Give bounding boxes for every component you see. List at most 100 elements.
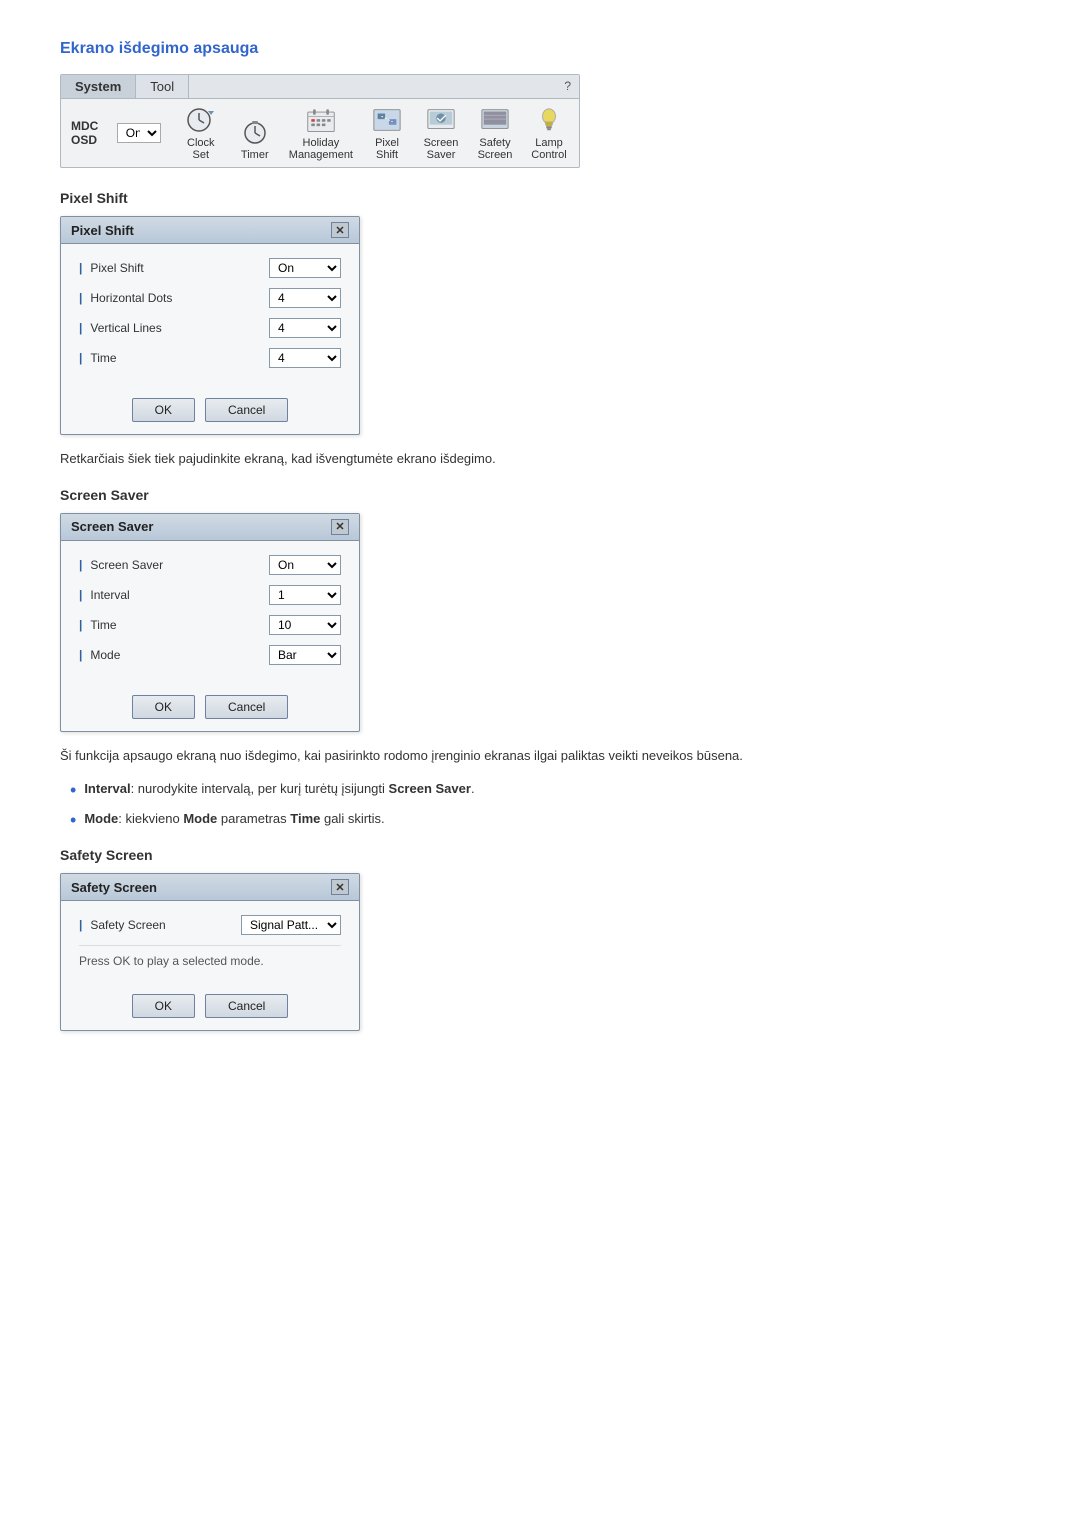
safety-screen-select[interactable]: Signal Patt... Mode 2 [241,915,341,935]
pixel-shift-footer: OK Cancel [61,388,359,434]
toolbar-icons: Clock Set Timer [181,105,569,161]
mdc-osd-select[interactable]: On Off [117,123,161,143]
pixel-shift-row-pixelshift: Pixel Shift OnOff [79,258,341,278]
screen-saver-row-time: Time 151020 [79,615,341,635]
time-ref-bold: Time [290,811,320,826]
pixel-shift-cancel-button[interactable]: Cancel [205,398,288,422]
lamp-control-icon [532,105,566,135]
pixel-shift-title-bar: Pixel Shift ✕ [61,217,359,244]
screen-saver-icon [424,105,458,135]
pixel-shift-icon [370,105,404,135]
toolbar-icon-timer[interactable]: Timer [235,117,275,161]
screen-saver-close-button[interactable]: ✕ [331,519,349,535]
pixel-shift-row-vlines: Vertical Lines 01234 [79,318,341,338]
pixel-shift-select-vlines[interactable]: 01234 [269,318,341,338]
mdc-osd-label: MDC OSD [71,119,111,147]
safety-screen-label-line1: Safety [479,137,510,149]
clock-set-icon [184,105,218,135]
toolbar-icon-screen-saver[interactable]: Screen Saver [421,105,461,161]
screen-saver-row-saver: Screen Saver OnOff [79,555,341,575]
bullet-interval: • Interval: nurodykite intervalą, per ku… [70,779,1020,799]
pixel-shift-select-hdots[interactable]: 01234 [269,288,341,308]
page-title: Ekrano išdegimo apsauga [60,40,1020,58]
safety-screen-row-label: Safety Screen [79,918,241,932]
clock-set-label-line1: Clock [187,137,215,149]
pixel-shift-dialog-body: Pixel Shift OnOff Horizontal Dots 01234 … [61,244,359,388]
screen-saver-label-saver: Screen Saver [79,558,269,572]
mode-ref-bold: Mode [183,811,217,826]
screen-saver-dialog-title: Screen Saver [71,519,153,534]
timer-label: Timer [241,149,269,161]
tab-system[interactable]: System [61,75,136,98]
screen-saver-select-interval[interactable]: 123 [269,585,341,605]
screen-saver-bullets: • Interval: nurodykite intervalą, per ku… [60,779,1020,829]
pixel-shift-label-time: Time [79,351,269,365]
screen-saver-section-heading: Screen Saver [60,487,1020,503]
pixel-shift-close-button[interactable]: ✕ [331,222,349,238]
screen-saver-select-time[interactable]: 151020 [269,615,341,635]
safety-screen-ok-button[interactable]: OK [132,994,195,1018]
mode-bold: Mode [84,811,118,826]
clock-set-label-line2: Set [193,149,210,161]
toolbar-icon-safety-screen[interactable]: Safety Screen [475,105,515,161]
toolbar-tabs: System Tool ? [61,75,579,99]
holiday-icon [304,105,338,135]
safety-screen-dialog-body: Safety Screen Signal Patt... Mode 2 Pres… [61,901,359,984]
screen-saver-label-line2: Saver [427,149,456,161]
pixel-shift-label-vlines: Vertical Lines [79,321,269,335]
screen-saver-row-interval: Interval 123 [79,585,341,605]
safety-screen-close-button[interactable]: ✕ [331,879,349,895]
tab-tool[interactable]: Tool [136,75,189,98]
screen-saver-label-line1: Screen [424,137,459,149]
screen-saver-footer: OK Cancel [61,685,359,731]
screen-saver-title-bar: Screen Saver ✕ [61,514,359,541]
bullet-interval-text: Interval: nurodykite intervalą, per kurį… [84,779,474,799]
screen-saver-ok-button[interactable]: OK [132,695,195,719]
safety-screen-section-heading: Safety Screen [60,847,1020,863]
pixel-shift-ok-button[interactable]: OK [132,398,195,422]
safety-screen-cancel-button[interactable]: Cancel [205,994,288,1018]
screen-saver-dialog: Screen Saver ✕ Screen Saver OnOff Interv… [60,513,360,732]
safety-screen-footer: OK Cancel [61,984,359,1030]
pixel-shift-select-pixelshift[interactable]: OnOff [269,258,341,278]
pixel-shift-label-line2: Shift [376,149,398,161]
toolbar-body: MDC OSD On Off Clock Set [61,99,579,167]
toolbar-icon-clock-set[interactable]: Clock Set [181,105,221,161]
lamp-control-label-line2: Control [531,149,566,161]
screen-saver-label-time: Time [79,618,269,632]
pixel-shift-dialog: Pixel Shift ✕ Pixel Shift OnOff Horizont… [60,216,360,435]
pixel-shift-description: Retkarčiais šiek tiek pajudinkite ekraną… [60,449,1020,469]
pixel-shift-label-hdots: Horizontal Dots [79,291,269,305]
safety-screen-dialog: Safety Screen ✕ Safety Screen Signal Pat… [60,873,360,1031]
screen-saver-row-mode: Mode BarFade [79,645,341,665]
bullet-dot-2: • [70,811,76,829]
pixel-shift-select-time[interactable]: 1234 [269,348,341,368]
toolbar-icon-holiday[interactable]: Holiday Management [289,105,353,161]
pixel-shift-section-heading: Pixel Shift [60,190,1020,206]
pixel-shift-label-line1: Pixel [375,137,399,149]
toolbar-icon-lamp-control[interactable]: Lamp Control [529,105,569,161]
interval-bold: Interval [84,781,130,796]
pixel-shift-dialog-title: Pixel Shift [71,223,134,238]
screen-saver-cancel-button[interactable]: Cancel [205,695,288,719]
bullet-mode-text: Mode: kiekvieno Mode parametras Time gal… [84,809,384,829]
bullet-dot-1: • [70,781,76,799]
safety-screen-label-line2: Screen [478,149,513,161]
safety-screen-dialog-title: Safety Screen [71,880,157,895]
holiday-label-line2: Management [289,149,353,161]
safety-screen-row: Safety Screen Signal Patt... Mode 2 [79,915,341,935]
lamp-control-label-line1: Lamp [535,137,563,149]
screen-saver-ref-bold: Screen Saver [389,781,471,796]
screen-saver-label-mode: Mode [79,648,269,662]
pixel-shift-row-time: Time 1234 [79,348,341,368]
screen-saver-dialog-body: Screen Saver OnOff Interval 123 Time 151… [61,541,359,685]
bullet-mode: • Mode: kiekvieno Mode parametras Time g… [70,809,1020,829]
screen-saver-select-saver[interactable]: OnOff [269,555,341,575]
toolbar-icon-pixel-shift[interactable]: Pixel Shift [367,105,407,161]
screen-saver-select-mode[interactable]: BarFade [269,645,341,665]
question-icon[interactable]: ? [556,75,579,98]
timer-icon [238,117,272,147]
pixel-shift-row-hdots: Horizontal Dots 01234 [79,288,341,308]
safety-screen-note: Press OK to play a selected mode. [79,945,341,974]
screen-saver-label-interval: Interval [79,588,269,602]
